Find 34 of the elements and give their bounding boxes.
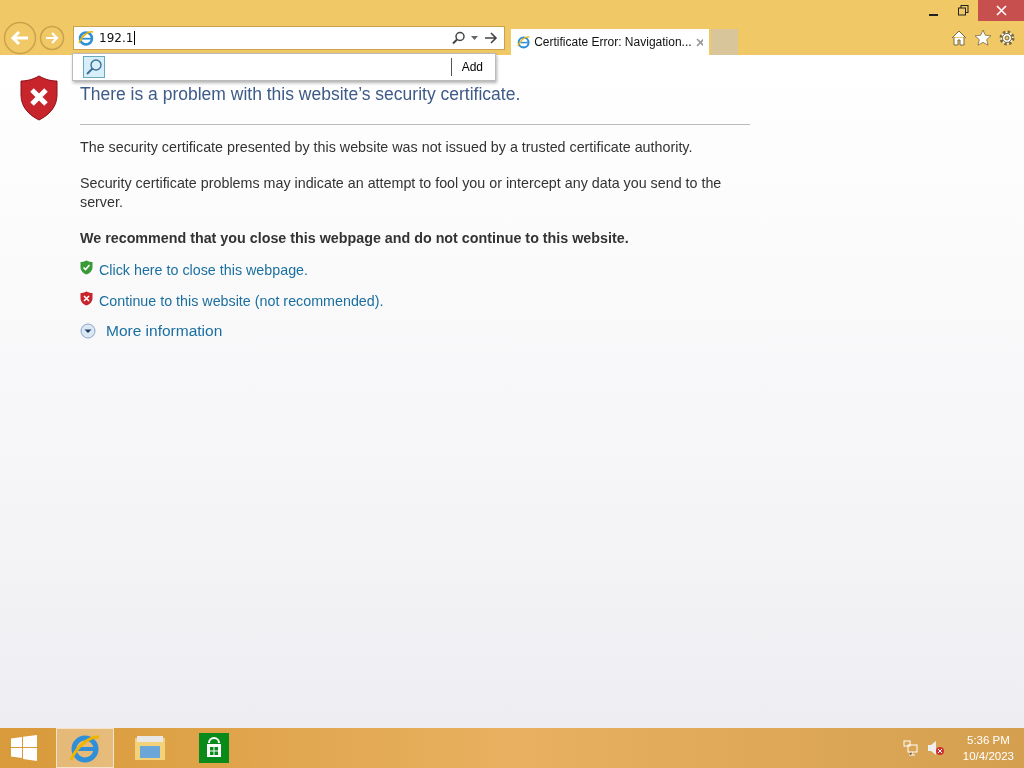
home-icon[interactable] bbox=[950, 29, 968, 47]
error-heading: There is a problem with this website’s security certificate. bbox=[80, 84, 522, 105]
browser-logo-icon bbox=[78, 30, 94, 46]
forward-button[interactable] bbox=[39, 25, 65, 51]
address-field[interactable]: 192.1 bbox=[73, 26, 505, 50]
dropdown-caret-icon[interactable] bbox=[471, 35, 479, 41]
more-information-toggle[interactable]: More information bbox=[80, 322, 750, 340]
star-icon[interactable] bbox=[974, 29, 992, 47]
error-shield-icon bbox=[20, 75, 58, 121]
paragraph: The security certificate presented by this website was not issued by a trusted certificate authority. bbox=[80, 138, 694, 157]
close-tab-icon[interactable] bbox=[695, 37, 703, 47]
browser-logo-icon bbox=[517, 34, 531, 50]
go-arrow-icon[interactable] bbox=[484, 32, 498, 44]
settings-icon[interactable] bbox=[998, 29, 1016, 47]
back-button[interactable] bbox=[3, 21, 37, 55]
page-link[interactable]: Click here to close this webpage. bbox=[99, 262, 308, 278]
error-shield-icon bbox=[80, 291, 93, 306]
browser-logo-icon bbox=[69, 733, 101, 763]
search-button[interactable] bbox=[83, 56, 105, 78]
browser-tab[interactable]: Certificate Error: Navigation... bbox=[511, 29, 709, 55]
store-icon bbox=[199, 733, 229, 763]
search-icon[interactable] bbox=[452, 31, 466, 45]
page-link[interactable]: Continue to this website (not recommended). bbox=[99, 293, 384, 309]
minimize-icon bbox=[928, 13, 938, 16]
restore-icon bbox=[957, 5, 969, 16]
windows-logo-icon bbox=[11, 735, 37, 761]
recommendation-text: We recommend that you close this webpage and do not continue to this website. bbox=[80, 229, 630, 248]
taskbar-app[interactable] bbox=[56, 728, 114, 768]
add-button[interactable]: Add bbox=[450, 58, 491, 76]
folder-icon bbox=[134, 734, 166, 762]
safe-shield-icon bbox=[80, 260, 93, 275]
paragraph: Security certificate problems may indicate an attempt to fool you or intercept any data you send to the server. bbox=[80, 174, 723, 212]
close-icon bbox=[995, 5, 1007, 16]
muted-speaker-icon[interactable] bbox=[926, 740, 945, 756]
